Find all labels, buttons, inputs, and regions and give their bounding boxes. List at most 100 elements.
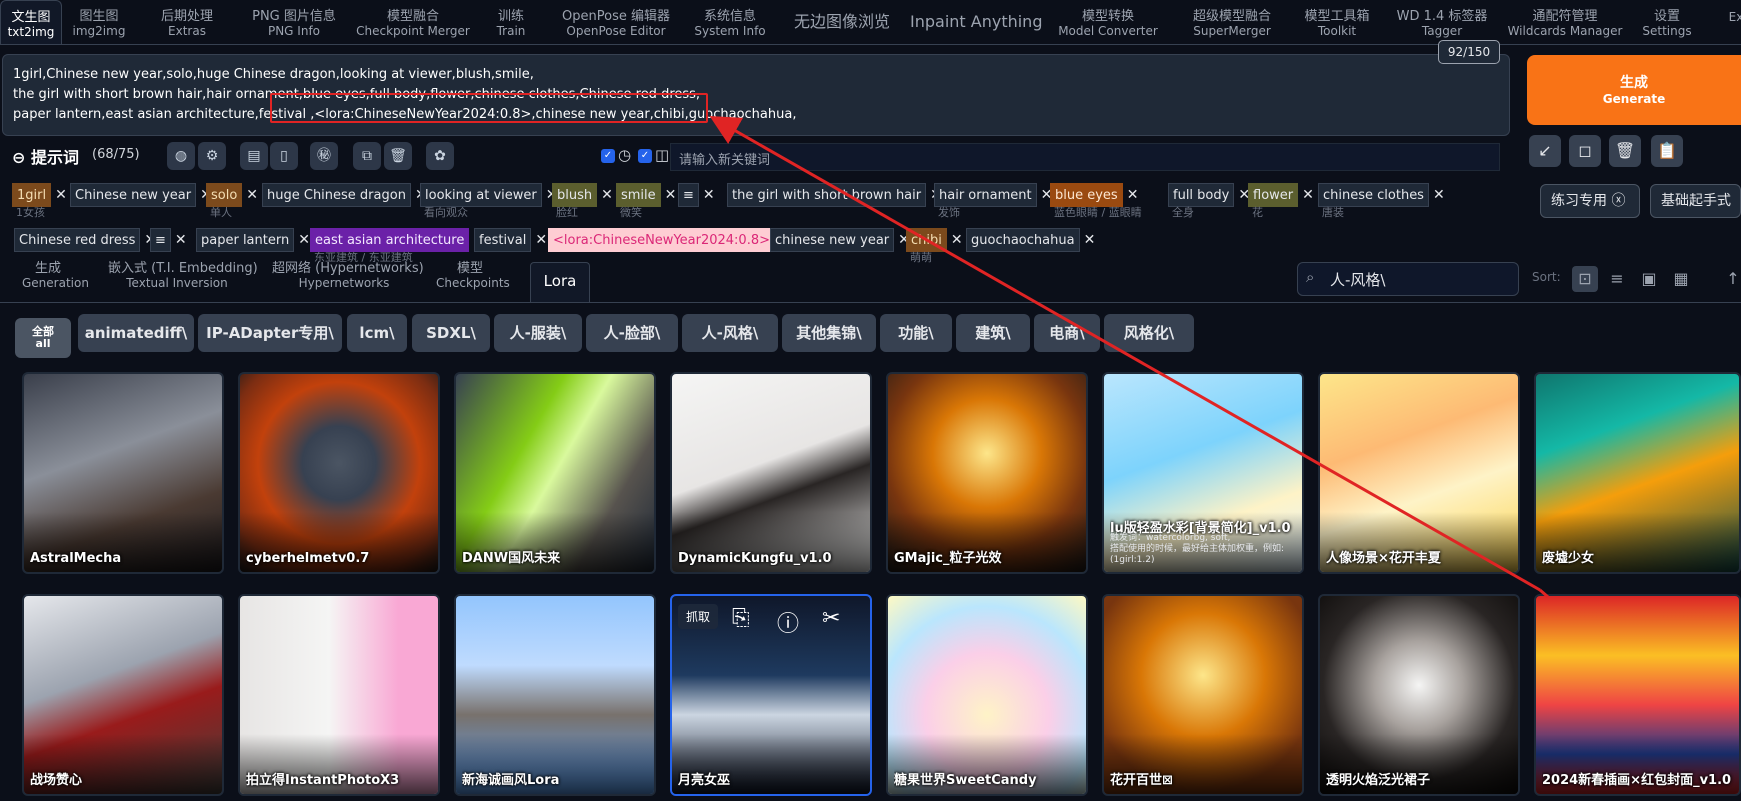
- tab-5[interactable]: 训练 Train: [476, 0, 546, 44]
- filter-chip[interactable]: 其他集锦\: [782, 314, 876, 352]
- tab-network-3[interactable]: 模型 Checkpoints: [436, 262, 510, 291]
- prompt-tag[interactable]: guochaochahua ✕: [966, 228, 1095, 266]
- tab-15[interactable]: 设置 Settings: [1630, 0, 1704, 44]
- tab-14[interactable]: 通配符管理 Wildcards Manager: [1500, 0, 1630, 44]
- filter-chip[interactable]: IP-ADapter专用\: [198, 314, 342, 352]
- tab-4[interactable]: 模型融合 Checkpoint Merger: [350, 0, 476, 44]
- prompt-tag[interactable]: chibi ✕ 萌萌: [906, 228, 963, 266]
- document-icon[interactable]: ▤: [240, 142, 268, 170]
- lora-card[interactable]: AstralMecha: [22, 372, 224, 574]
- lora-card[interactable]: 人像场景×花开丰夏: [1318, 372, 1520, 574]
- style-chip-practice[interactable]: 练习专用 ⓧ: [1540, 184, 1640, 218]
- tab-2[interactable]: 后期处理 Extras: [136, 0, 238, 44]
- prompt-tag[interactable]: hair ornament ✕ 发饰: [934, 183, 1052, 221]
- prompt-tag[interactable]: flower ✕ 花: [1248, 183, 1314, 221]
- prompt-tag[interactable]: ≡ ✕: [678, 183, 715, 221]
- prompt-tag[interactable]: chinese clothes ✕ 唐装: [1318, 183, 1445, 221]
- paste-arrow-icon[interactable]: ↙: [1529, 135, 1561, 167]
- remove-tag-icon[interactable]: ✕: [1084, 228, 1096, 252]
- search-input[interactable]: 人-风格\: [1297, 262, 1519, 296]
- lora-card[interactable]: 透明火焰泛光裙子: [1318, 594, 1520, 796]
- remove-tag-icon[interactable]: ✕: [246, 183, 258, 207]
- square-icon[interactable]: ◻: [1569, 135, 1601, 167]
- prompt-tag[interactable]: blush ✕ 脸红: [552, 183, 613, 221]
- bookmark-icon[interactable]: ▯: [270, 142, 298, 170]
- info-icon[interactable]: ⓘ: [777, 606, 799, 638]
- lora-card[interactable]: cyberhelmetv0.7: [238, 372, 440, 574]
- trash-icon[interactable]: 🗑: [1609, 135, 1641, 167]
- prompt-tag[interactable]: full body ✕ 全身: [1168, 183, 1250, 221]
- prompt-tag[interactable]: festival ✕: [474, 228, 547, 266]
- tab-16[interactable]: Exte: [1722, 0, 1741, 44]
- style-chip-basic[interactable]: 基础起手式: [1650, 184, 1741, 218]
- lora-card[interactable]: 拍立得InstantPhotoX3: [238, 594, 440, 796]
- prompt-tag[interactable]: Chinese new year✕: [70, 183, 212, 221]
- lora-card[interactable]: 花开百世⊠: [1102, 594, 1304, 796]
- prompt-tag[interactable]: the girl with short brown hair✕: [727, 183, 942, 221]
- remove-tag-icon[interactable]: ✕: [1127, 183, 1139, 207]
- lora-card[interactable]: lu版轻盈水彩[背景简化]_v1.0 触发词：watercolorbg, soft…: [1102, 372, 1304, 574]
- tab-3[interactable]: PNG 图片信息 PNG Info: [238, 0, 350, 44]
- sort-name-icon[interactable]: ≡: [1604, 266, 1630, 292]
- remove-tag-icon[interactable]: ✕: [535, 228, 547, 252]
- prompt-tag[interactable]: smile ✕ 微笑: [616, 183, 676, 221]
- sort-direction-icon[interactable]: ↑: [1720, 266, 1741, 292]
- delete-icon[interactable]: 🗑: [384, 142, 412, 170]
- remove-tag-icon[interactable]: ✕: [1433, 183, 1445, 207]
- filter-chip[interactable]: lcm\: [347, 314, 407, 352]
- clipboard-icon[interactable]: 📋: [1651, 135, 1683, 167]
- globe-icon[interactable]: ◍: [167, 142, 195, 170]
- close-icon[interactable]: ⓧ: [1611, 193, 1625, 209]
- remove-tag-icon[interactable]: ✕: [298, 228, 310, 252]
- tab-9[interactable]: Inpaint Anything: [910, 0, 1042, 44]
- lora-card[interactable]: 废墟少女: [1534, 372, 1741, 574]
- prompt-textarea[interactable]: 1girl,Chinese new year,solo,huge Chinese…: [2, 54, 1510, 136]
- remove-tag-icon[interactable]: ✕: [55, 183, 67, 207]
- copy-icon[interactable]: ⧉: [353, 142, 381, 170]
- remove-tag-icon[interactable]: ✕: [665, 183, 677, 207]
- collapse-icon[interactable]: ⊖: [12, 148, 25, 167]
- ai-icon[interactable]: ✿: [426, 142, 454, 170]
- remove-tag-icon[interactable]: ✕: [951, 228, 963, 252]
- prompt-tag[interactable]: chinese new year ✕: [770, 228, 910, 266]
- tab-1[interactable]: 图生图 img2img: [62, 0, 136, 44]
- translate-icon[interactable]: ㊙: [310, 142, 338, 170]
- lora-card[interactable]: 月亮女巫 抓取 ⎘ ⓘ ✂: [670, 594, 872, 796]
- remove-tag-icon[interactable]: ✕: [1302, 183, 1314, 207]
- tab-12[interactable]: 模型工具箱 Toolkit: [1290, 0, 1384, 44]
- filter-chip[interactable]: 人-风格\: [682, 314, 778, 352]
- generate-button[interactable]: 生成 Generate: [1527, 55, 1741, 125]
- filter-chip[interactable]: SDXL\: [412, 314, 490, 352]
- sort-date-created-icon[interactable]: ▣: [1636, 266, 1662, 292]
- prompt-tag[interactable]: huge Chinese dragon✕: [262, 183, 427, 221]
- sort-path-icon[interactable]: ⊡: [1572, 266, 1598, 292]
- lora-card[interactable]: 新海诚画风Lora: [454, 594, 656, 796]
- lora-card[interactable]: GMajic_粒子光效: [886, 372, 1088, 574]
- tab-10[interactable]: 模型转换 Model Converter: [1042, 0, 1174, 44]
- filter-chip[interactable]: animatediff\: [78, 314, 194, 352]
- lora-card[interactable]: DynamicKungfu_v1.0: [670, 372, 872, 574]
- checkbox-panel[interactable]: ✓: [638, 149, 652, 163]
- remove-tag-icon[interactable]: ✕: [703, 183, 715, 207]
- filter-chip[interactable]: 风格化\: [1104, 314, 1194, 352]
- copy-icon[interactable]: ⎘: [732, 606, 750, 631]
- prompt-tag[interactable]: looking at viewer✕看向观众: [420, 183, 558, 221]
- history-icon[interactable]: ◷: [618, 146, 631, 164]
- filter-chip[interactable]: 电商\: [1034, 314, 1100, 352]
- tab-0[interactable]: 文生图 txt2img: [0, 0, 62, 44]
- sort-date-modified-icon[interactable]: ▦: [1668, 266, 1694, 292]
- filter-chip[interactable]: 人-服装\: [494, 314, 582, 352]
- checkbox-history[interactable]: ✓: [601, 149, 615, 163]
- lora-card[interactable]: DANW国风未来: [454, 372, 656, 574]
- prompt-tag[interactable]: blue eyes ✕ 蓝色眼睛 / 蓝眼睛: [1050, 183, 1142, 221]
- lora-card[interactable]: 战场赞心: [22, 594, 224, 796]
- new-keyword-input[interactable]: 请输入新关键词: [670, 143, 1500, 171]
- tab-network-2[interactable]: 超网络 (Hypernetworks) Hypernetworks: [272, 262, 424, 291]
- prompt-tag[interactable]: <lora:ChineseNewYear2024:0.8>✕: [548, 228, 791, 266]
- tab-8[interactable]: 无边图像浏览: [774, 0, 910, 44]
- gear-icon[interactable]: ⚙: [198, 142, 226, 170]
- lora-card[interactable]: 糖果世界SweetCandy: [886, 594, 1088, 796]
- tab-11[interactable]: 超级模型融合 SuperMerger: [1174, 0, 1290, 44]
- tools-icon[interactable]: ✂: [822, 606, 840, 631]
- filter-chip[interactable]: 建筑\: [956, 314, 1030, 352]
